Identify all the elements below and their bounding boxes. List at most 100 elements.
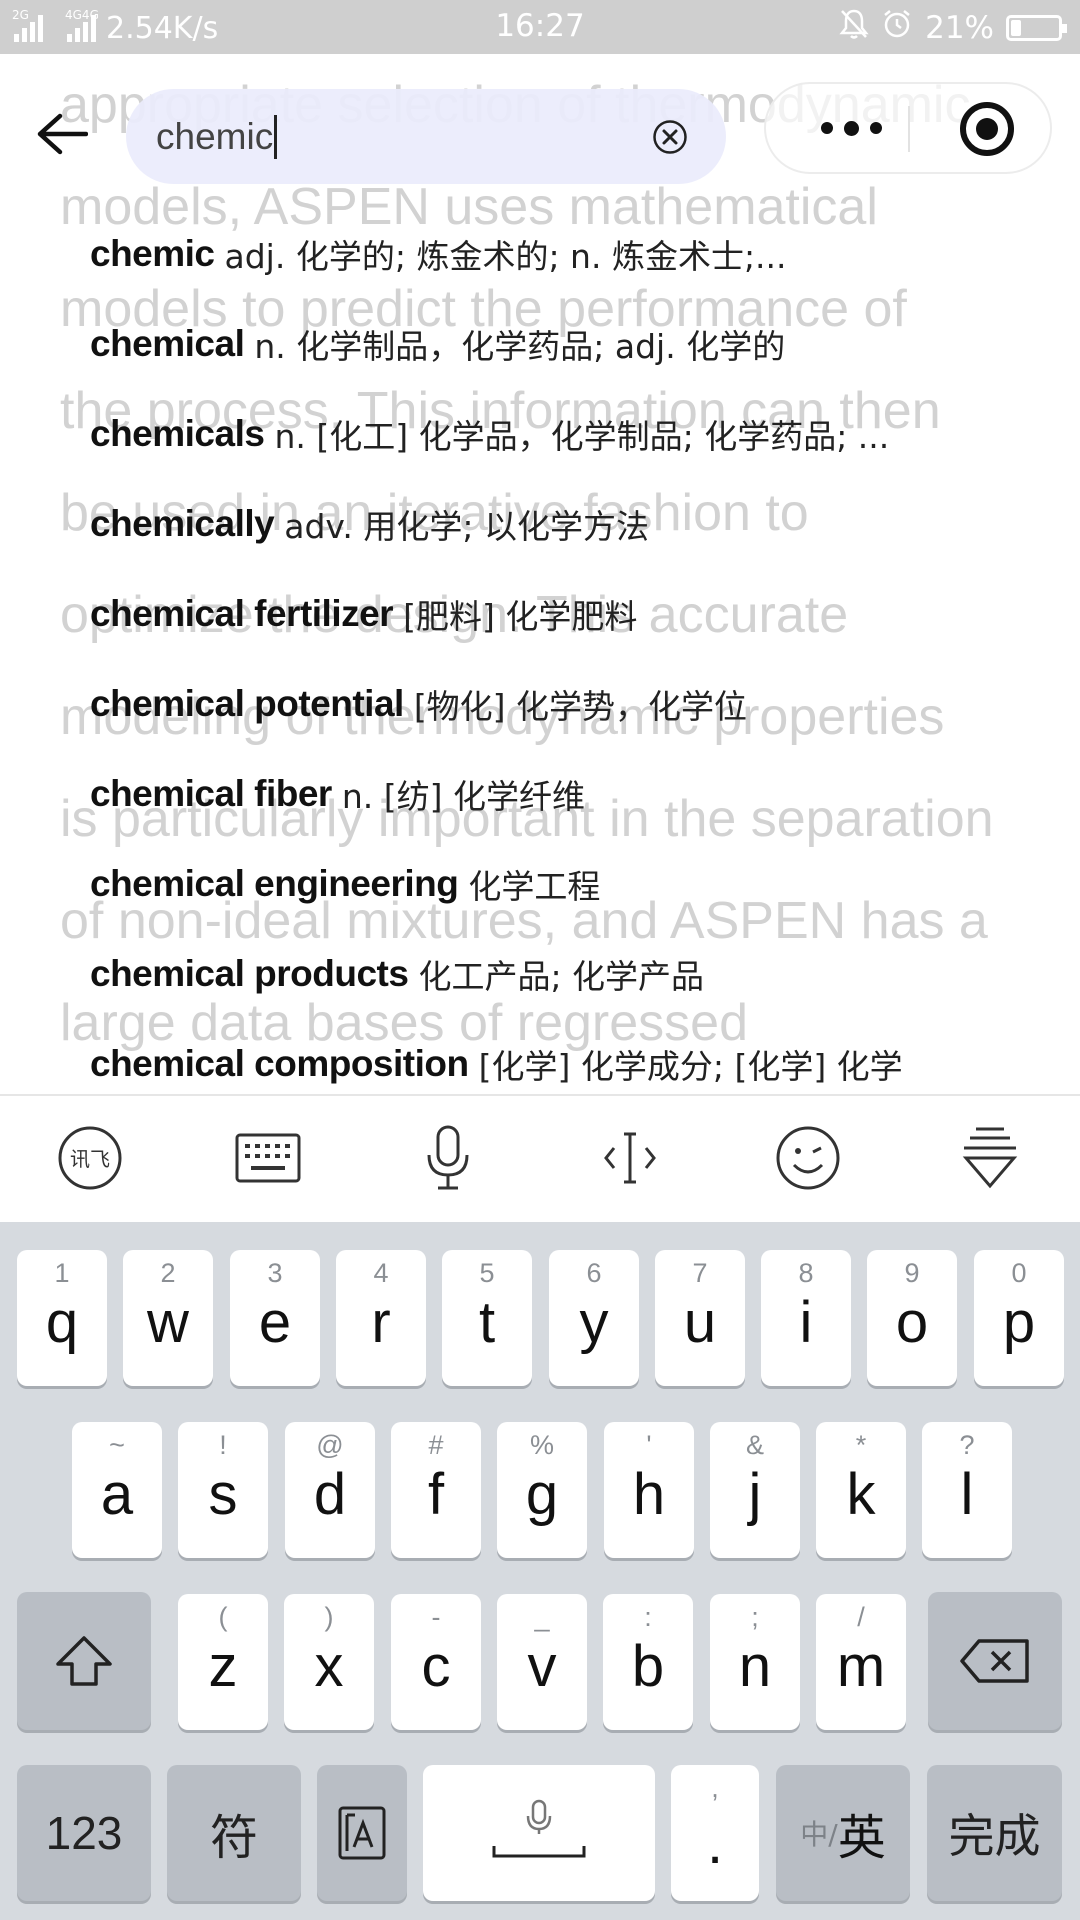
search-input[interactable] [156, 89, 636, 184]
suggestion-item[interactable]: chemical fiber n. [纺] 化学纤维 [90, 749, 1070, 839]
key-t[interactable]: 5t [442, 1250, 532, 1386]
key-secondary-label: 3 [267, 1258, 283, 1288]
key-secondary-label: / [857, 1602, 865, 1632]
suggestion-definition: n. [化工] 化学品，化学制品; 化学药品; ... [274, 417, 890, 456]
key-secondary-label: ; [751, 1602, 759, 1632]
key-r[interactable]: 4r [336, 1250, 426, 1386]
key-l[interactable]: ? l [922, 1422, 1012, 1558]
key-label: p [1002, 1290, 1036, 1355]
period-key-sub: , [711, 1773, 719, 1803]
key-x[interactable]: ) x [284, 1594, 374, 1730]
cursor-move-icon[interactable] [590, 1118, 670, 1198]
suggestion-item[interactable]: chemically adv. 用化学; 以化学方法 [90, 479, 1070, 569]
clipboard-a-icon [317, 1765, 407, 1901]
key-secondary-label: 1 [54, 1258, 70, 1288]
key-m[interactable]: / m [816, 1594, 906, 1730]
key-z[interactable]: (z [178, 1594, 268, 1730]
key-label: q [45, 1290, 79, 1355]
key-k[interactable]: * k [816, 1422, 906, 1558]
more-dots-icon[interactable] [806, 84, 896, 172]
key-secondary-label: 0 [1011, 1258, 1027, 1288]
suggestion-word: chemical potential [90, 683, 404, 724]
period-key[interactable]: , . [671, 1765, 759, 1901]
status-bar: 2G 4G4G 2.54K/s 16:27 21% [0, 0, 1080, 54]
key-c[interactable]: -c [391, 1594, 481, 1730]
backspace-icon [928, 1592, 1062, 1730]
suggestion-word: chemical engineering [90, 863, 459, 904]
target-circle-icon[interactable] [958, 100, 1016, 158]
suggestion-definition: 化学工程 [468, 867, 601, 906]
suggestion-word: chemicals [90, 413, 265, 454]
keyboard-toolbar: 讯飞 [0, 1096, 1080, 1222]
key-secondary-label: * [855, 1430, 867, 1460]
symbols-key[interactable]: 符 [167, 1765, 301, 1901]
key-label: u [683, 1290, 717, 1355]
suggestion-word: chemical fiber [90, 773, 332, 814]
key-secondary-label: & [745, 1430, 764, 1460]
key-y[interactable]: 6y [549, 1250, 639, 1386]
key-label: k [846, 1462, 876, 1527]
clipboard-key[interactable] [317, 1765, 407, 1901]
key-s[interactable]: ! s [178, 1422, 268, 1558]
key-q[interactable]: 1q [17, 1250, 107, 1386]
key-f[interactable]: # f [391, 1422, 481, 1558]
key-n[interactable]: ; n [710, 1594, 800, 1730]
key-secondary-label: ) [324, 1602, 334, 1632]
xunfei-logo-icon[interactable]: 讯飞 [50, 1118, 130, 1198]
suggestion-item[interactable]: chemicals n. [化工] 化学品，化学制品; 化学药品; ... [90, 389, 1070, 479]
key-secondary-label: @ [316, 1430, 344, 1460]
mini-program-capsule [764, 82, 1052, 174]
search-box[interactable] [126, 89, 726, 184]
key-label: e [258, 1290, 292, 1355]
key-o[interactable]: 9o [867, 1250, 957, 1386]
suggestion-item[interactable]: chemical composition [化学] 化学成分; [化学] 化学 [90, 1019, 1070, 1094]
key-a[interactable]: ~ a [72, 1422, 162, 1558]
back-button[interactable] [34, 106, 90, 166]
numbers-key[interactable]: 123 [17, 1765, 151, 1901]
done-key-label: 完成 [948, 1809, 1041, 1863]
key-w[interactable]: 2w [123, 1250, 213, 1386]
microphone-icon[interactable] [408, 1118, 488, 1198]
hide-keyboard-icon[interactable] [950, 1118, 1030, 1198]
key-i[interactable]: 8i [761, 1250, 851, 1386]
suggestion-item[interactable]: chemical fertilizer [肥料] 化学肥料 [90, 569, 1070, 659]
emoji-icon[interactable] [768, 1118, 848, 1198]
clear-circle-x-icon[interactable] [652, 119, 688, 155]
key-p[interactable]: 0p [974, 1250, 1064, 1386]
key-d[interactable]: @ d [285, 1422, 375, 1558]
language-switch-key[interactable]: 中/ 英 [776, 1765, 910, 1901]
key-secondary-label: 9 [904, 1258, 920, 1288]
alarm-icon [881, 8, 913, 48]
key-secondary-label: ~ [109, 1430, 125, 1460]
suggestion-item[interactable]: chemical engineering 化学工程 [90, 839, 1070, 929]
key-b[interactable]: :b [603, 1594, 693, 1730]
key-label: l [960, 1462, 974, 1527]
key-label: c [421, 1634, 451, 1699]
done-key[interactable]: 完成 [927, 1765, 1062, 1901]
key-label: a [100, 1462, 134, 1527]
suggestion-item[interactable]: chemical n. 化学制品，化学药品; adj. 化学的 [90, 299, 1070, 389]
suggestion-definition: adv. 用化学; 以化学方法 [284, 507, 649, 546]
keyboard-icon[interactable] [228, 1118, 308, 1198]
key-label: z [208, 1634, 238, 1699]
key-label: n [738, 1634, 772, 1699]
suggestion-item[interactable]: chemical products 化工产品; 化学产品 [90, 929, 1070, 1019]
suggestion-list: chemic adj. 化学的; 炼金术的; n. 炼金术士;... chemica… [0, 209, 1080, 1094]
backspace-key[interactable] [928, 1592, 1062, 1730]
suggestion-item[interactable]: chemic adj. 化学的; 炼金术的; n. 炼金术士;... [90, 209, 1070, 299]
key-g[interactable]: % g [497, 1422, 587, 1558]
text-caret [274, 115, 277, 159]
key-e[interactable]: 3e [230, 1250, 320, 1386]
numbers-key-label: 123 [45, 1807, 123, 1859]
key-u[interactable]: 7u [655, 1250, 745, 1386]
key-h[interactable]: ' h [604, 1422, 694, 1558]
key-secondary-label: : [644, 1602, 652, 1632]
space-key[interactable] [423, 1765, 655, 1901]
suggestion-word: chemical products [90, 953, 409, 994]
key-j[interactable]: & j [710, 1422, 800, 1558]
shift-key[interactable] [17, 1592, 151, 1730]
key-v[interactable]: _ v [497, 1594, 587, 1730]
key-secondary-label: ! [219, 1430, 227, 1460]
suggestion-item[interactable]: chemical potential [物化] 化学势，化学位 [90, 659, 1070, 749]
lang-chinese-label: 中/ [800, 1818, 838, 1851]
